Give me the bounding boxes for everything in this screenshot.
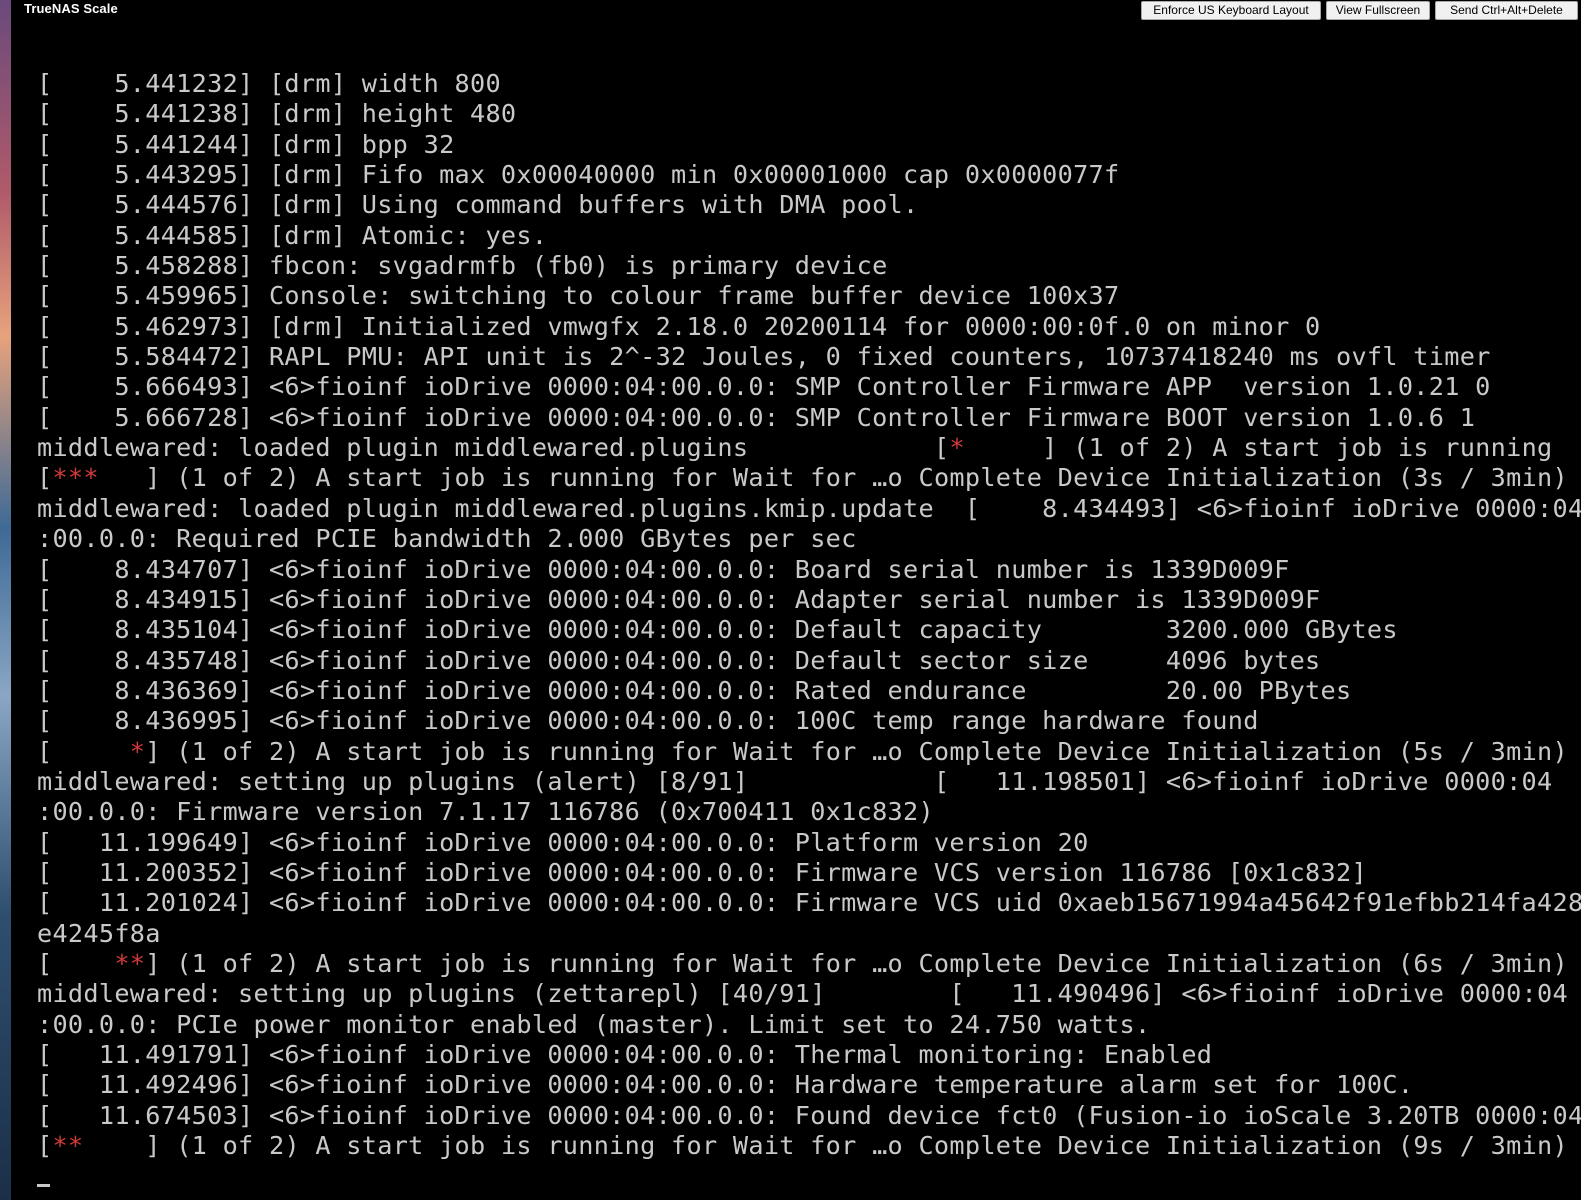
console-line: [ 5.444585] [drm] Atomic: yes.: [37, 221, 1581, 251]
console-line: [ 8.435104] <6>fioinf ioDrive 0000:04:00…: [37, 615, 1581, 645]
console-text: [ 11.492496] <6>fioinf ioDrive 0000:04:0…: [37, 1070, 1414, 1100]
send-ctrl-alt-delete-button[interactable]: Send Ctrl+Alt+Delete: [1435, 1, 1578, 20]
console-line: [ 5.443295] [drm] Fifo max 0x00040000 mi…: [37, 160, 1581, 190]
progress-star-indicator: **: [114, 948, 146, 978]
console-text: [ 5.443295] [drm] Fifo max 0x00040000 mi…: [37, 160, 1120, 190]
console-line: middlewared: setting up plugins (zettare…: [37, 979, 1581, 1009]
remote-console-window[interactable]: TrueNAS Scale Enforce US Keyboard Layout…: [11, 0, 1581, 1200]
console-text: e4245f8a: [37, 918, 161, 948]
console-text: [ 11.201024] <6>fioinf ioDrive 0000:04:0…: [37, 888, 1581, 918]
console-text: [ 8.436369] <6>fioinf ioDrive 0000:04:00…: [37, 675, 1352, 705]
console-text: [: [37, 948, 115, 978]
console-line: [ 8.436995] <6>fioinf ioDrive 0000:04:00…: [37, 706, 1581, 736]
console-line: :00.0.0: Firmware version 7.1.17 116786 …: [37, 797, 1581, 827]
console-line: [ 8.436369] <6>fioinf ioDrive 0000:04:00…: [37, 676, 1581, 706]
console-text: [ 5.444585] [drm] Atomic: yes.: [37, 220, 548, 250]
console-text: [: [37, 1131, 53, 1161]
console-line: [ 5.462973] [drm] Initialized vmwgfx 2.1…: [37, 312, 1581, 342]
console-line: [ 5.458288] fbcon: svgadrmfb (fb0) is pr…: [37, 251, 1581, 281]
console-line: [ 5.666493] <6>fioinf ioDrive 0000:04:00…: [37, 372, 1581, 402]
console-line: :00.0.0: Required PCIE bandwidth 2.000 G…: [37, 524, 1581, 554]
console-text: ] (1 of 2) A start job is running for Wa…: [98, 463, 1568, 493]
console-text: ] (1 of 2) A start job is running for Wa…: [145, 948, 1568, 978]
console-line: [ **] (1 of 2) A start job is running fo…: [37, 949, 1581, 979]
console-text: [: [37, 736, 130, 766]
console-text: ] (1 of 2) A start job is running for Wa…: [145, 736, 1568, 766]
console-text: [: [37, 463, 53, 493]
console-line: [ *] (1 of 2) A start job is running for…: [37, 737, 1581, 767]
console-text: [ 11.199649] <6>fioinf ioDrive 0000:04:0…: [37, 827, 1089, 857]
console-text: [ 5.441244] [drm] bpp 32: [37, 129, 455, 159]
view-fullscreen-button[interactable]: View Fullscreen: [1326, 1, 1430, 20]
console-text: [ 5.444576] [drm] Using command buffers …: [37, 190, 919, 220]
progress-star-indicator: *: [949, 433, 965, 463]
console-line: [ 11.200352] <6>fioinf ioDrive 0000:04:0…: [37, 858, 1581, 888]
console-text: [ 5.584472] RAPL PMU: API unit is 2^-32 …: [37, 342, 1491, 372]
progress-star-indicator: **: [52, 1131, 84, 1161]
progress-star-indicator: ***: [52, 463, 99, 493]
enforce-us-keyboard-layout-button[interactable]: Enforce US Keyboard Layout: [1141, 1, 1321, 20]
console-text: [ 5.441232] [drm] width 800: [37, 69, 501, 98]
console-line: middlewared: setting up plugins (alert) …: [37, 767, 1581, 797]
console-line: [ 11.492496] <6>fioinf ioDrive 0000:04:0…: [37, 1070, 1581, 1100]
console-text: [ 8.434707] <6>fioinf ioDrive 0000:04:00…: [37, 554, 1290, 584]
console-text: :00.0.0: PCIe power monitor enabled (mas…: [37, 1009, 1151, 1039]
console-line: [ 5.441244] [drm] bpp 32: [37, 130, 1581, 160]
console-text: [ 11.674503] <6>fioinf ioDrive 0000:04:0…: [37, 1100, 1581, 1130]
console-text: :00.0.0: Required PCIE bandwidth 2.000 G…: [37, 524, 857, 554]
console-text: [ 8.434915] <6>fioinf ioDrive 0000:04:00…: [37, 584, 1321, 614]
console-line: [*** ] (1 of 2) A start job is running f…: [37, 463, 1581, 493]
console-text: ] (1 of 2) A start job is running: [964, 433, 1553, 463]
console-text: [ 5.666493] <6>fioinf ioDrive 0000:04:00…: [37, 372, 1491, 402]
desktop-background-strip: [0, 0, 11, 1200]
console-text: middlewared: setting up plugins (alert) …: [37, 766, 1553, 796]
console-text: [ 8.435748] <6>fioinf ioDrive 0000:04:00…: [37, 645, 1321, 675]
console-text: middlewared: setting up plugins (zettare…: [37, 979, 1568, 1009]
console-text: :00.0.0: Firmware version 7.1.17 116786 …: [37, 797, 934, 827]
console-text: [ 5.666728] <6>fioinf ioDrive 0000:04:00…: [37, 402, 1476, 432]
console-line: [ 8.435748] <6>fioinf ioDrive 0000:04:00…: [37, 646, 1581, 676]
console-text: [ 8.435104] <6>fioinf ioDrive 0000:04:00…: [37, 615, 1398, 645]
console-text: [ 5.458288] fbcon: svgadrmfb (fb0) is pr…: [37, 251, 888, 281]
console-output[interactable]: [ 5.441232] [drm] width 800[ 5.441238] […: [37, 69, 1581, 1161]
console-line: [ 5.666728] <6>fioinf ioDrive 0000:04:00…: [37, 403, 1581, 433]
console-text: middlewared: loaded plugin middlewared.p…: [37, 493, 1581, 523]
console-line: [ 11.201024] <6>fioinf ioDrive 0000:04:0…: [37, 888, 1581, 918]
console-text: middlewared: loaded plugin middlewared.p…: [37, 433, 950, 463]
console-line: middlewared: loaded plugin middlewared.p…: [37, 433, 1581, 463]
console-title-bar: TrueNAS Scale Enforce US Keyboard Layout…: [11, 0, 1581, 24]
console-line: [** ] (1 of 2) A start job is running fo…: [37, 1131, 1581, 1161]
app-title: TrueNAS Scale: [24, 1, 118, 16]
console-line: [ 8.434707] <6>fioinf ioDrive 0000:04:00…: [37, 555, 1581, 585]
console-line: [ 5.584472] RAPL PMU: API unit is 2^-32 …: [37, 342, 1581, 372]
console-text: ] (1 of 2) A start job is running for Wa…: [83, 1131, 1568, 1161]
console-line: middlewared: loaded plugin middlewared.p…: [37, 494, 1581, 524]
console-line: [ 5.459965] Console: switching to colour…: [37, 281, 1581, 311]
console-text: [ 5.462973] [drm] Initialized vmwgfx 2.1…: [37, 311, 1321, 341]
console-line: [ 11.491791] <6>fioinf ioDrive 0000:04:0…: [37, 1040, 1581, 1070]
console-line: [ 11.199649] <6>fioinf ioDrive 0000:04:0…: [37, 828, 1581, 858]
console-line: [ 5.444576] [drm] Using command buffers …: [37, 190, 1581, 220]
console-text: [ 11.491791] <6>fioinf ioDrive 0000:04:0…: [37, 1040, 1213, 1069]
console-line: :00.0.0: PCIe power monitor enabled (mas…: [37, 1010, 1581, 1040]
console-text: [ 5.441238] [drm] height 480: [37, 99, 517, 129]
console-text: [ 5.459965] Console: switching to colour…: [37, 281, 1120, 311]
console-line: [ 11.674503] <6>fioinf ioDrive 0000:04:0…: [37, 1101, 1581, 1131]
console-line: [ 5.441238] [drm] height 480: [37, 99, 1581, 129]
console-text: [ 8.436995] <6>fioinf ioDrive 0000:04:00…: [37, 706, 1259, 736]
console-text: [ 11.200352] <6>fioinf ioDrive 0000:04:0…: [37, 857, 1367, 887]
text-cursor: [37, 1184, 50, 1187]
console-line: [ 8.434915] <6>fioinf ioDrive 0000:04:00…: [37, 585, 1581, 615]
progress-star-indicator: *: [129, 736, 146, 766]
console-line: [ 5.441232] [drm] width 800: [37, 69, 1581, 99]
console-line: e4245f8a: [37, 919, 1581, 949]
